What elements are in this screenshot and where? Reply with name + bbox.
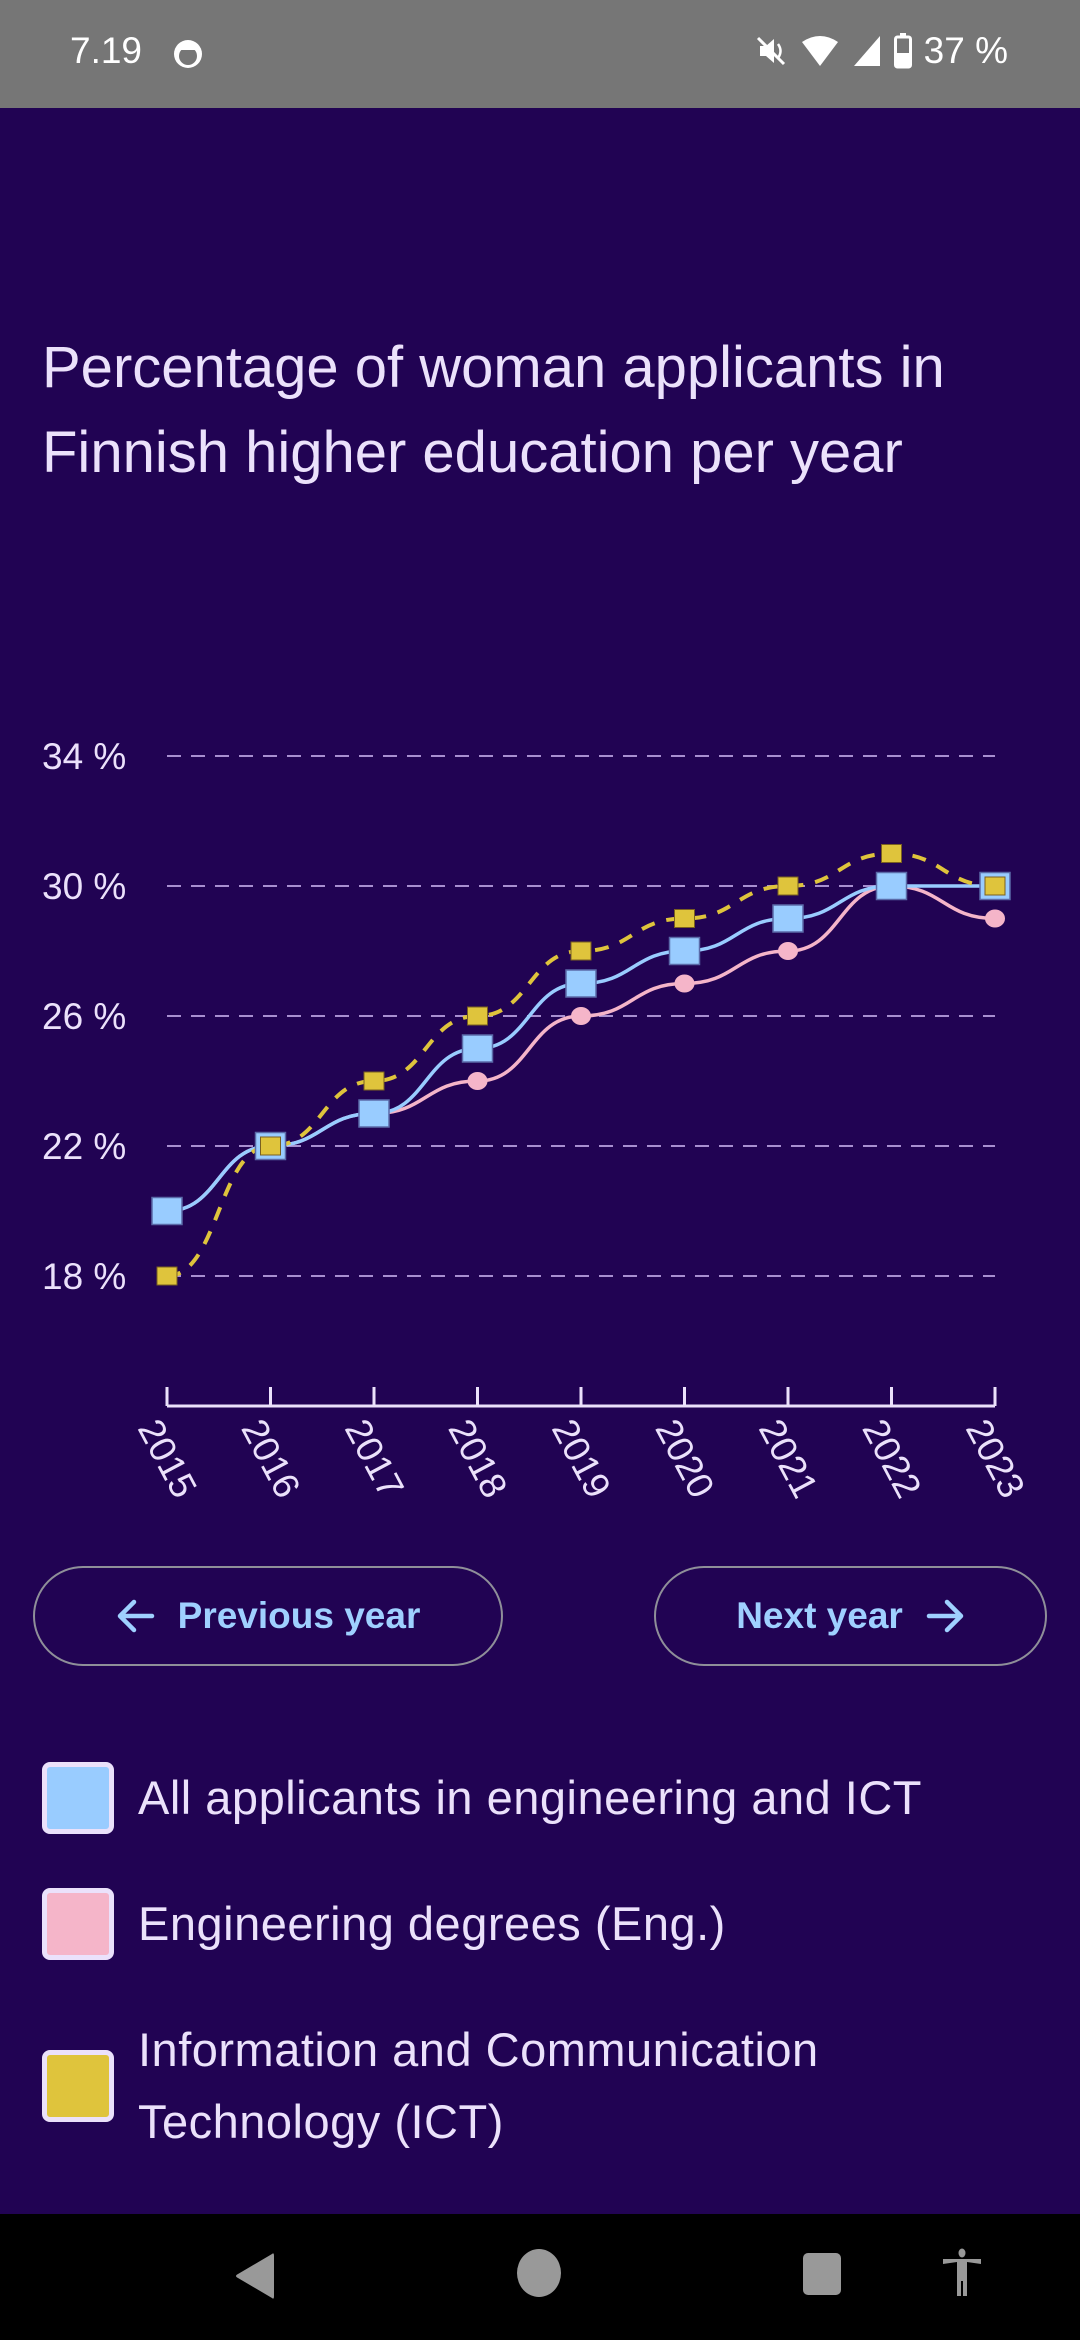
legend-swatch-engineering xyxy=(42,1888,114,1960)
data-point-all-applicants xyxy=(358,1099,390,1128)
data-point-ict xyxy=(777,876,799,896)
data-point-ict xyxy=(467,1006,488,1026)
data-point-all-applicants xyxy=(875,871,908,901)
legend-label: Engineering degrees (Eng.) xyxy=(138,1897,726,1950)
x-tick-label: 2015 xyxy=(130,1413,205,1505)
series-line xyxy=(166,851,996,1278)
x-tick-label: 2022 xyxy=(854,1413,929,1505)
data-point-ict xyxy=(363,1071,385,1091)
wifi-icon xyxy=(801,36,838,66)
mute-icon xyxy=(756,36,785,66)
app-notification-icon xyxy=(174,40,202,68)
previous-year-button[interactable]: Previous year xyxy=(33,1566,503,1666)
accessibility-icon[interactable] xyxy=(942,2248,982,2298)
data-point-engineering xyxy=(674,974,695,993)
data-point-all-applicants xyxy=(668,936,701,966)
status-time: 7.19 xyxy=(70,30,143,71)
series-line xyxy=(166,884,996,1213)
data-point-ict xyxy=(674,909,695,928)
line-chart: 34 %30 %26 %22 %18 % 2015 2016 2017 2018 201… xyxy=(42,736,1033,1504)
x-tick-label: 2016 xyxy=(233,1413,308,1505)
home-icon[interactable] xyxy=(516,2248,562,2298)
next-year-button[interactable]: Next year xyxy=(654,1566,1047,1666)
page-title: Percentage of woman applicants in Finnis… xyxy=(42,335,945,485)
legend-label: All applicants in engineering and ICT xyxy=(138,1771,923,1824)
series-lines xyxy=(166,851,996,1278)
legend-swatch-ict xyxy=(42,2050,114,2122)
data-point-engineering xyxy=(778,942,798,960)
data-point-ict xyxy=(570,941,592,961)
legend-item-all-applicants[interactable]: All applicants in engineering and ICT xyxy=(42,1762,922,1834)
x-tick-label: 2019 xyxy=(544,1413,619,1505)
previous-year-label: Previous year xyxy=(177,1595,421,1636)
y-tick-label: 18 % xyxy=(42,1256,126,1297)
series-line xyxy=(166,884,995,1213)
x-tick-label: 2018 xyxy=(440,1413,515,1505)
legend-item-engineering[interactable]: Engineering degrees (Eng.) xyxy=(42,1888,726,1960)
back-icon[interactable] xyxy=(232,2250,278,2302)
x-tick-label: 2023 xyxy=(958,1413,1033,1505)
x-axis: 2015 2016 2017 2018 2019 2020 2021 2022 2023 xyxy=(130,1387,1033,1504)
x-tick-label: 2017 xyxy=(337,1413,412,1505)
legend-label: Information and Communication Technology… xyxy=(138,2023,819,2148)
y-tick-label: 30 % xyxy=(42,866,126,907)
battery-percentage: 37 % xyxy=(923,30,1008,71)
data-point-ict xyxy=(156,1266,178,1286)
data-point-all-applicants xyxy=(151,1196,183,1226)
arrow-right-icon xyxy=(926,1599,964,1633)
y-tick-label: 22 % xyxy=(42,1126,126,1167)
data-point-ict xyxy=(984,876,1006,896)
data-point-engineering xyxy=(571,1007,591,1025)
x-tick-label: 2020 xyxy=(647,1413,722,1505)
legend-item-ict[interactable]: Information and Communication Technology… xyxy=(42,2014,958,2158)
data-point-all-applicants xyxy=(565,969,597,998)
next-year-label: Next year xyxy=(736,1595,903,1636)
data-point-all-applicants xyxy=(461,1034,494,1063)
legend-swatch-all-applicants xyxy=(42,1762,114,1834)
recents-icon[interactable] xyxy=(802,2252,842,2296)
signal-icon xyxy=(853,36,880,66)
system-nav-bar xyxy=(0,2214,1080,2340)
battery-icon xyxy=(893,33,912,69)
y-axis-ticks: 34 % 30 % 26 % 22 % 18 % xyxy=(42,736,126,1297)
data-point-ict xyxy=(260,1136,281,1156)
x-tick-label: 2021 xyxy=(751,1413,826,1505)
data-point-engineering xyxy=(985,909,1005,928)
y-tick-label: 34 % xyxy=(42,736,126,777)
status-icons: 37 % xyxy=(754,30,1008,72)
y-tick-label: 26 % xyxy=(42,996,126,1037)
status-bar: 7.19 37 % xyxy=(0,0,1080,108)
data-point-ict xyxy=(881,844,902,863)
data-point-engineering xyxy=(467,1072,488,1090)
series-markers xyxy=(151,844,1011,1286)
arrow-left-icon xyxy=(117,1599,154,1633)
data-point-all-applicants xyxy=(772,904,804,933)
